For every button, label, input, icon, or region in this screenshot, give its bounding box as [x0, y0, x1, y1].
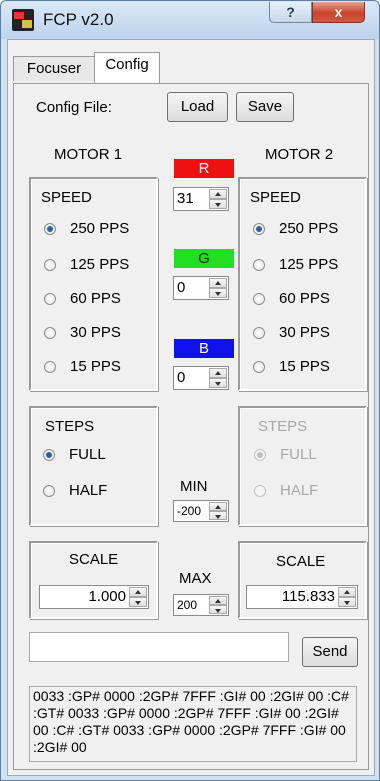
motor1-steps-group: STEPS FULL HALF	[29, 406, 158, 526]
radio-icon	[44, 361, 56, 373]
min-label: MIN	[180, 478, 208, 495]
radio-icon	[44, 327, 56, 339]
motor2-scale-title: SCALE	[276, 553, 326, 570]
motor1-steps-title: STEPS	[45, 418, 95, 435]
tab-focuser[interactable]: Focuser	[13, 56, 95, 81]
motor2-steps-title: STEPS	[258, 418, 308, 435]
send-button[interactable]: Send	[302, 637, 358, 667]
red-spinner[interactable]: 31	[173, 187, 229, 211]
motor1-speed-group: SPEED 250 PPS 125 PPS 60 PPS 30 PPS 15 P…	[29, 177, 158, 391]
green-header: G	[174, 249, 234, 268]
motor2-scale-value: 115.833	[281, 588, 335, 605]
green-value: 0	[177, 279, 186, 296]
spin-arrows-icon	[209, 278, 227, 298]
title-bar: FCP v2.0 ? x	[1, 1, 379, 39]
radio-icon	[44, 259, 56, 271]
save-button[interactable]: Save	[236, 92, 294, 122]
radio-icon	[253, 361, 265, 373]
radio-icon	[44, 223, 56, 235]
spin-arrows-icon	[209, 596, 227, 614]
help-button[interactable]: ?	[269, 2, 312, 23]
motor2-scale-group: SCALE 115.833	[238, 541, 367, 619]
close-button[interactable]: x	[312, 2, 365, 23]
motor1-scale-value: 1.000	[88, 588, 126, 605]
max-spinner[interactable]: 200	[173, 594, 229, 616]
spin-arrows-icon	[209, 502, 227, 520]
motor1-scale-title: SCALE	[69, 551, 119, 568]
min-value: -200	[177, 504, 202, 518]
red-header: R	[174, 159, 234, 178]
radio-icon	[253, 259, 265, 271]
motor2-title: MOTOR 2	[265, 146, 334, 163]
spin-arrows-icon	[129, 587, 147, 607]
max-value: 200	[177, 598, 198, 612]
tab-config[interactable]: Config	[94, 52, 160, 83]
config-panel: Config File: Load Save MOTOR 1 MOTOR 2 S…	[13, 83, 369, 770]
radio-icon	[43, 449, 55, 461]
motor1-scale-group: SCALE 1.000	[29, 541, 158, 619]
serial-log: 0033 :GP# 0000 :2GP# 7FFF :GI# 00 :2GI# …	[29, 686, 357, 762]
load-button[interactable]: Load	[167, 92, 228, 122]
radio-icon	[254, 449, 266, 461]
radio-icon	[254, 485, 266, 497]
green-spinner[interactable]: 0	[173, 276, 229, 300]
blue-value: 0	[177, 369, 186, 386]
max-label: MAX	[179, 570, 212, 587]
app-window: FCP v2.0 ? x Focuser Config Config File:…	[0, 0, 380, 781]
blue-spinner[interactable]: 0	[173, 366, 229, 390]
config-file-label: Config File:	[36, 99, 112, 116]
spin-arrows-icon	[209, 189, 227, 209]
red-value: 31	[177, 190, 194, 207]
radio-icon	[44, 293, 56, 305]
min-spinner[interactable]: -200	[173, 500, 229, 522]
radio-icon	[253, 223, 265, 235]
motor2-scale-spinner[interactable]: 115.833	[246, 585, 358, 609]
spin-arrows-icon	[338, 587, 356, 607]
client-area: Focuser Config Config File: Load Save MO…	[7, 39, 375, 776]
window-title: FCP v2.0	[43, 10, 114, 29]
motor1-speed-title: SPEED	[41, 189, 92, 206]
fcp-app-icon	[12, 9, 34, 31]
motor2-speed-title: SPEED	[250, 189, 301, 206]
motor2-speed-group: SPEED 250 PPS 125 PPS 60 PPS 30 PPS 15 P…	[238, 177, 367, 391]
blue-header: B	[174, 339, 234, 358]
radio-icon	[43, 485, 55, 497]
motor2-steps-group: STEPS FULL HALF	[238, 406, 367, 526]
spin-arrows-icon	[209, 368, 227, 388]
radio-icon	[253, 293, 265, 305]
motor1-scale-spinner[interactable]: 1.000	[39, 585, 149, 609]
command-input[interactable]	[29, 632, 289, 662]
motor1-title: MOTOR 1	[54, 146, 123, 163]
radio-icon	[253, 327, 265, 339]
